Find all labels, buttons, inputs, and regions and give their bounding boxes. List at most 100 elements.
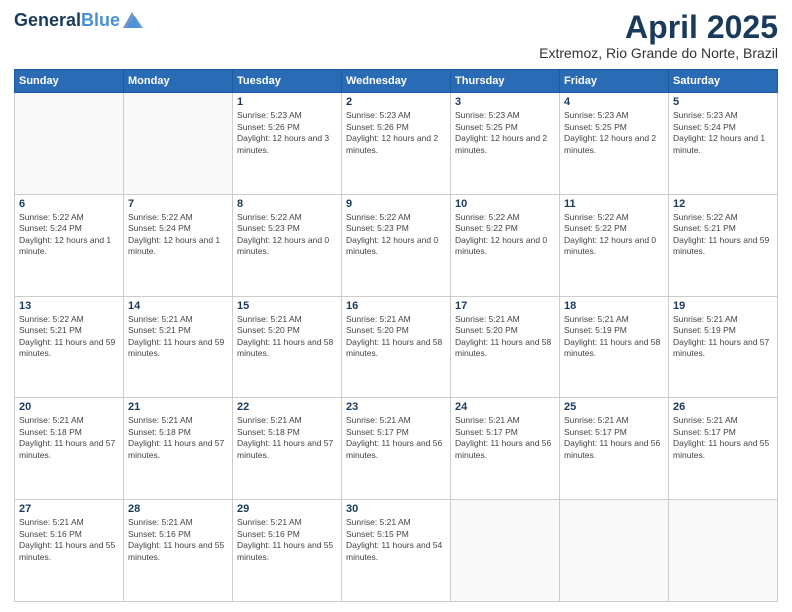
title-block: April 2025 Extremoz, Rio Grande do Norte…: [539, 10, 778, 61]
day-number: 22: [237, 401, 337, 413]
calendar-cell: 22 Sunrise: 5:21 AM Sunset: 5:18 PM Dayli…: [233, 398, 342, 500]
calendar-header-monday: Monday: [124, 70, 233, 93]
day-number: 4: [564, 96, 664, 108]
day-info: Sunrise: 5:21 AM Sunset: 5:19 PM Dayligh…: [673, 314, 773, 360]
day-info: Sunrise: 5:21 AM Sunset: 5:16 PM Dayligh…: [19, 517, 119, 563]
calendar-week-1: 1Sunrise: 5:23 AM Sunset: 5:26 PM Daylig…: [15, 93, 778, 195]
day-info: Sunrise: 5:22 AM Sunset: 5:21 PM Dayligh…: [19, 314, 119, 360]
day-number: 19: [673, 300, 773, 312]
day-number: 30: [346, 503, 446, 515]
calendar-cell: 7 Sunrise: 5:22 AM Sunset: 5:24 PM Daylig…: [124, 194, 233, 296]
day-number: 7: [128, 198, 228, 210]
calendar-cell: 5 Sunrise: 5:23 AM Sunset: 5:24 PM Daylig…: [669, 93, 778, 195]
day-info: Sunrise: 5:21 AM Sunset: 5:21 PM Dayligh…: [128, 314, 228, 360]
calendar-cell: 10 Sunrise: 5:22 AM Sunset: 5:22 PM Dayli…: [451, 194, 560, 296]
day-info: Sunrise: 5:22 AM Sunset: 5:24 PM Dayligh…: [19, 212, 119, 258]
calendar-cell: 8 Sunrise: 5:22 AM Sunset: 5:23 PM Daylig…: [233, 194, 342, 296]
day-number: 3: [455, 96, 555, 108]
day-number: 29: [237, 503, 337, 515]
calendar-header-tuesday: Tuesday: [233, 70, 342, 93]
calendar-cell: [669, 500, 778, 602]
day-number: 23: [346, 401, 446, 413]
day-info: Sunrise: 5:21 AM Sunset: 5:19 PM Dayligh…: [564, 314, 664, 360]
day-number: 18: [564, 300, 664, 312]
calendar-week-3: 13 Sunrise: 5:22 AM Sunset: 5:21 PM Dayli…: [15, 296, 778, 398]
day-number: 20: [19, 401, 119, 413]
day-info: Sunrise: 5:21 AM Sunset: 5:16 PM Dayligh…: [128, 517, 228, 563]
calendar-header-friday: Friday: [560, 70, 669, 93]
day-info: Sunrise: 5:21 AM Sunset: 5:20 PM Dayligh…: [455, 314, 555, 360]
day-info: Sunrise: 5:21 AM Sunset: 5:18 PM Dayligh…: [128, 415, 228, 461]
calendar-cell: 29 Sunrise: 5:21 AM Sunset: 5:16 PM Dayli…: [233, 500, 342, 602]
day-info: Sunrise: 5:21 AM Sunset: 5:15 PM Dayligh…: [346, 517, 446, 563]
day-number: 5: [673, 96, 773, 108]
calendar-week-5: 27 Sunrise: 5:21 AM Sunset: 5:16 PM Dayli…: [15, 500, 778, 602]
logo-icon: [121, 10, 143, 32]
day-number: 9: [346, 198, 446, 210]
calendar-cell: 17 Sunrise: 5:21 AM Sunset: 5:20 PM Dayli…: [451, 296, 560, 398]
calendar-header-sunday: Sunday: [15, 70, 124, 93]
day-number: 17: [455, 300, 555, 312]
calendar-cell: 16Sunrise: 5:21 AM Sunset: 5:20 PM Dayli…: [342, 296, 451, 398]
calendar-cell: 1Sunrise: 5:23 AM Sunset: 5:26 PM Daylig…: [233, 93, 342, 195]
day-info: Sunrise: 5:21 AM Sunset: 5:16 PM Dayligh…: [237, 517, 337, 563]
day-number: 13: [19, 300, 119, 312]
calendar-table: SundayMondayTuesdayWednesdayThursdayFrid…: [14, 69, 778, 602]
calendar-cell: 3Sunrise: 5:23 AM Sunset: 5:25 PM Daylig…: [451, 93, 560, 195]
day-number: 25: [564, 401, 664, 413]
calendar-week-2: 6 Sunrise: 5:22 AM Sunset: 5:24 PM Daylig…: [15, 194, 778, 296]
day-info: Sunrise: 5:21 AM Sunset: 5:17 PM Dayligh…: [564, 415, 664, 461]
day-info: Sunrise: 5:22 AM Sunset: 5:22 PM Dayligh…: [455, 212, 555, 258]
calendar-header-thursday: Thursday: [451, 70, 560, 93]
calendar-cell: 20 Sunrise: 5:21 AM Sunset: 5:18 PM Dayli…: [15, 398, 124, 500]
calendar-cell: 2Sunrise: 5:23 AM Sunset: 5:26 PM Daylig…: [342, 93, 451, 195]
calendar-header-saturday: Saturday: [669, 70, 778, 93]
day-info: Sunrise: 5:21 AM Sunset: 5:17 PM Dayligh…: [673, 415, 773, 461]
day-info: Sunrise: 5:21 AM Sunset: 5:20 PM Dayligh…: [237, 314, 337, 360]
calendar-cell: [124, 93, 233, 195]
day-info: Sunrise: 5:23 AM Sunset: 5:24 PM Dayligh…: [673, 110, 773, 156]
day-number: 28: [128, 503, 228, 515]
day-number: 12: [673, 198, 773, 210]
logo: GeneralBlue: [14, 10, 143, 32]
calendar-header-wednesday: Wednesday: [342, 70, 451, 93]
calendar-cell: [560, 500, 669, 602]
calendar-cell: 11 Sunrise: 5:22 AM Sunset: 5:22 PM Dayli…: [560, 194, 669, 296]
day-number: 6: [19, 198, 119, 210]
calendar-cell: 25 Sunrise: 5:21 AM Sunset: 5:17 PM Dayli…: [560, 398, 669, 500]
day-info: Sunrise: 5:22 AM Sunset: 5:24 PM Dayligh…: [128, 212, 228, 258]
calendar-cell: 30 Sunrise: 5:21 AM Sunset: 5:15 PM Dayli…: [342, 500, 451, 602]
header: GeneralBlue April 2025 Extremoz, Rio Gra…: [14, 10, 778, 61]
day-info: Sunrise: 5:22 AM Sunset: 5:21 PM Dayligh…: [673, 212, 773, 258]
day-number: 11: [564, 198, 664, 210]
calendar-cell: 26Sunrise: 5:21 AM Sunset: 5:17 PM Dayli…: [669, 398, 778, 500]
day-info: Sunrise: 5:21 AM Sunset: 5:17 PM Dayligh…: [455, 415, 555, 461]
calendar-cell: 28 Sunrise: 5:21 AM Sunset: 5:16 PM Dayli…: [124, 500, 233, 602]
day-number: 14: [128, 300, 228, 312]
day-info: Sunrise: 5:22 AM Sunset: 5:23 PM Dayligh…: [237, 212, 337, 258]
day-number: 24: [455, 401, 555, 413]
day-info: Sunrise: 5:21 AM Sunset: 5:17 PM Dayligh…: [346, 415, 446, 461]
day-info: Sunrise: 5:23 AM Sunset: 5:26 PM Dayligh…: [346, 110, 446, 156]
day-number: 15: [237, 300, 337, 312]
calendar-cell: 9 Sunrise: 5:22 AM Sunset: 5:23 PM Daylig…: [342, 194, 451, 296]
calendar-week-4: 20 Sunrise: 5:21 AM Sunset: 5:18 PM Dayli…: [15, 398, 778, 500]
calendar-cell: 12 Sunrise: 5:22 AM Sunset: 5:21 PM Dayli…: [669, 194, 778, 296]
calendar-cell: 6 Sunrise: 5:22 AM Sunset: 5:24 PM Daylig…: [15, 194, 124, 296]
day-number: 10: [455, 198, 555, 210]
calendar-cell: 19 Sunrise: 5:21 AM Sunset: 5:19 PM Dayli…: [669, 296, 778, 398]
day-info: Sunrise: 5:21 AM Sunset: 5:18 PM Dayligh…: [237, 415, 337, 461]
calendar-cell: 21Sunrise: 5:21 AM Sunset: 5:18 PM Dayli…: [124, 398, 233, 500]
calendar-cell: 27 Sunrise: 5:21 AM Sunset: 5:16 PM Dayli…: [15, 500, 124, 602]
page: GeneralBlue April 2025 Extremoz, Rio Gra…: [0, 0, 792, 612]
day-number: 16: [346, 300, 446, 312]
day-info: Sunrise: 5:22 AM Sunset: 5:22 PM Dayligh…: [564, 212, 664, 258]
day-number: 8: [237, 198, 337, 210]
day-info: Sunrise: 5:22 AM Sunset: 5:23 PM Dayligh…: [346, 212, 446, 258]
day-info: Sunrise: 5:23 AM Sunset: 5:26 PM Dayligh…: [237, 110, 337, 156]
calendar-cell: 13 Sunrise: 5:22 AM Sunset: 5:21 PM Dayli…: [15, 296, 124, 398]
day-number: 27: [19, 503, 119, 515]
calendar-header-row: SundayMondayTuesdayWednesdayThursdayFrid…: [15, 70, 778, 93]
calendar-cell: 18 Sunrise: 5:21 AM Sunset: 5:19 PM Dayli…: [560, 296, 669, 398]
day-info: Sunrise: 5:21 AM Sunset: 5:18 PM Dayligh…: [19, 415, 119, 461]
